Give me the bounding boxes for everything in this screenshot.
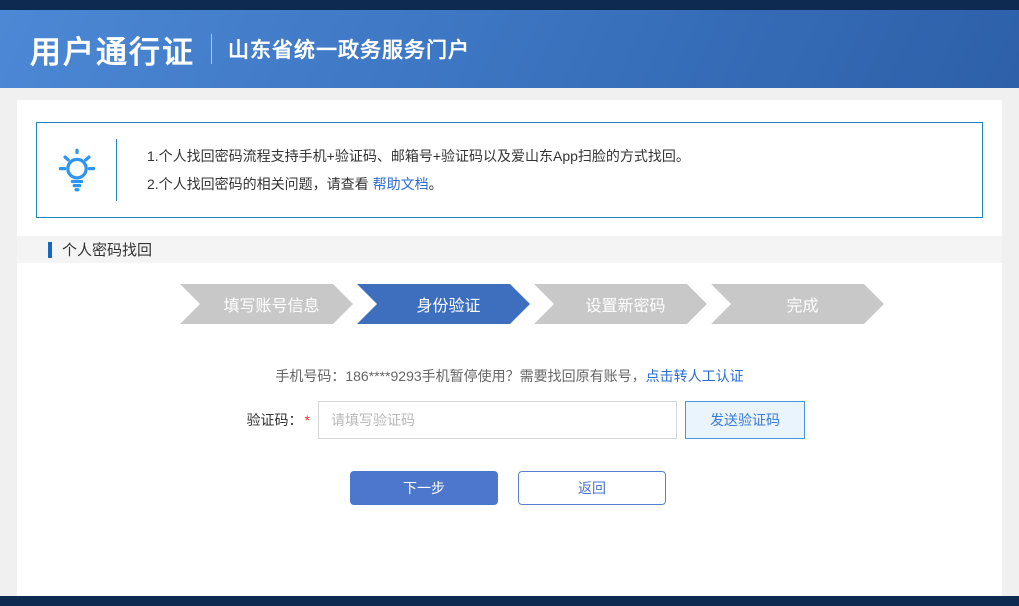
notice-text: 1.个人找回密码流程支持手机+验证码、邮箱号+验证码以及爱山东App扫脸的方式找… <box>117 142 690 198</box>
step-wizard: 填写账号信息 身份验证 设置新密码 完成 <box>180 284 884 324</box>
app-title: 用户通行证 <box>30 27 195 72</box>
section-accent-bar <box>48 242 52 258</box>
header: 用户通行证 山东省统一政务服务门户 <box>0 10 1019 88</box>
captcha-form-row: 验证码：* 发送验证码 <box>17 401 1002 439</box>
bottom-accent-bar <box>0 596 1019 606</box>
top-accent-bar <box>0 0 1019 10</box>
action-buttons: 下一步 返回 <box>17 471 1002 505</box>
content-card: 1.个人找回密码流程支持手机+验证码、邮箱号+验证码以及爱山东App扫脸的方式找… <box>17 100 1002 606</box>
phone-notice: 手机号码：186****9293手机暂停使用？需要找回原有账号，点击转人工认证 <box>17 366 1002 386</box>
portal-name: 山东省统一政务服务门户 <box>228 34 470 64</box>
next-button[interactable]: 下一步 <box>350 471 498 505</box>
captcha-label: 验证码：* <box>17 401 310 439</box>
page-title: 个人密码找回 <box>62 239 152 260</box>
step-identity-verification: 身份验证 <box>357 284 530 324</box>
section-header: 个人密码找回 <box>17 236 1002 263</box>
help-doc-link[interactable]: 帮助文档 <box>373 176 429 192</box>
required-asterisk: * <box>305 412 310 428</box>
notice-line-2: 2.个人找回密码的相关问题，请查看 帮助文档。 <box>147 170 690 198</box>
notice-line-1: 1.个人找回密码流程支持手机+验证码、邮箱号+验证码以及爱山东App扫脸的方式找… <box>147 142 690 170</box>
back-button[interactable]: 返回 <box>518 471 666 505</box>
notice-box: 1.个人找回密码流程支持手机+验证码、邮箱号+验证码以及爱山东App扫脸的方式找… <box>36 122 983 218</box>
phone-notice-text: 手机号码：186****9293手机暂停使用？需要找回原有账号， <box>275 368 645 384</box>
send-code-button[interactable]: 发送验证码 <box>685 401 805 439</box>
header-divider <box>211 34 212 64</box>
step-set-new-password: 设置新密码 <box>534 284 707 324</box>
step-complete: 完成 <box>711 284 884 324</box>
manual-auth-link[interactable]: 点击转人工认证 <box>646 368 744 384</box>
captcha-input[interactable] <box>318 401 677 439</box>
step-fill-account-info: 填写账号信息 <box>180 284 353 324</box>
lightbulb-icon <box>37 144 116 196</box>
